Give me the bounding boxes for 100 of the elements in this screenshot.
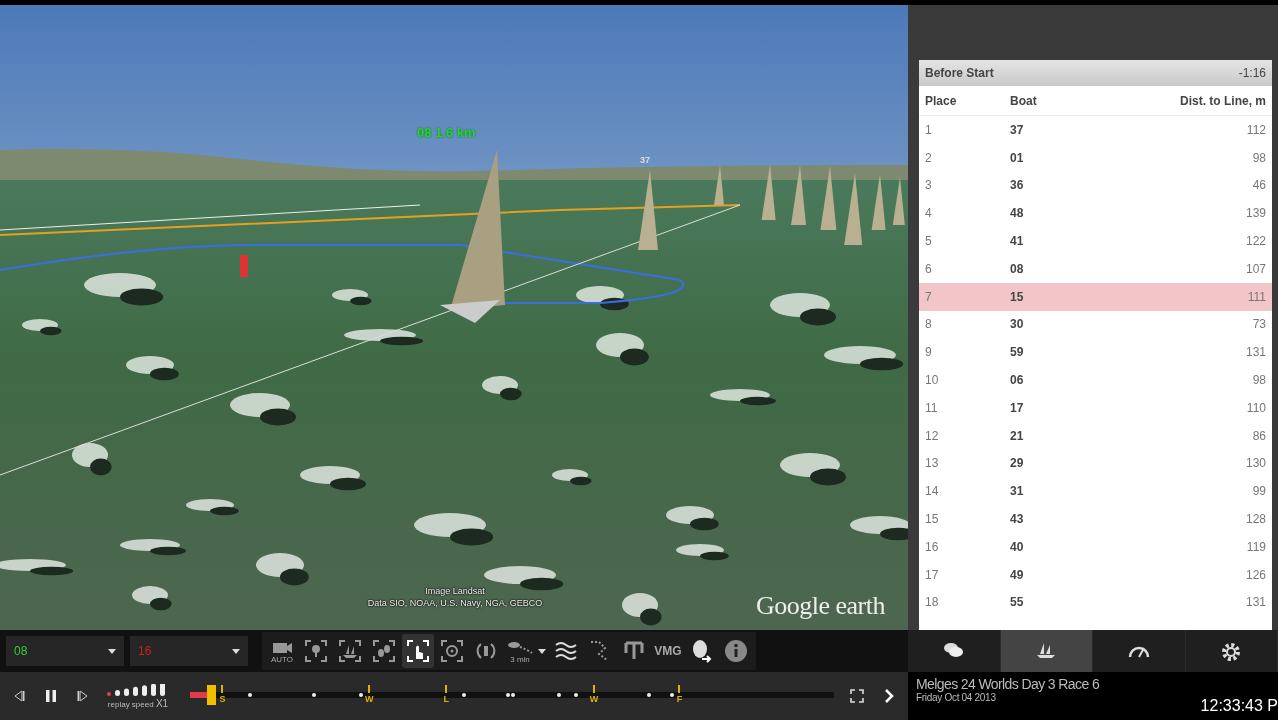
leaderboard-row[interactable]: 13 29 130 bbox=[919, 449, 1272, 478]
distance-cell-text: 110 bbox=[1245, 400, 1266, 415]
boat-dropdown[interactable]: 08 bbox=[6, 636, 124, 666]
place-cell-text: 9 bbox=[925, 345, 933, 360]
event-date: Friday Oct 04 2013 bbox=[916, 692, 997, 703]
place-cell-text: 17 bbox=[925, 567, 940, 582]
place-cell-text: 6 bbox=[925, 261, 933, 276]
leaderboard-row[interactable]: 15 43 128 bbox=[919, 505, 1272, 533]
boat-cell-text: 37 bbox=[1010, 122, 1025, 137]
leaderboard-row[interactable]: 4 48 139 bbox=[919, 199, 1272, 228]
distance-cell-text: 131 bbox=[1244, 595, 1266, 610]
distance-cell-text: 139 bbox=[1244, 206, 1266, 221]
leaderboard-row[interactable]: 12 21 86 bbox=[919, 421, 1272, 450]
leaderboard-row[interactable]: 7 15 111 bbox=[919, 282, 1272, 311]
boat-cell-text: 41 bbox=[1010, 234, 1025, 249]
boat-distance-label: 08 1.6 km bbox=[417, 125, 476, 140]
column-header: Place bbox=[925, 93, 958, 108]
place-cell-text: 1 bbox=[925, 122, 933, 137]
place-cell-text: 2 bbox=[925, 150, 933, 165]
place-cell-text: 15 bbox=[925, 512, 940, 527]
distance-cell-text: 111 bbox=[1246, 289, 1266, 304]
leaderboard-row[interactable]: 1 37 112 bbox=[919, 116, 1272, 144]
attribution-text: Image Landsat bbox=[424, 585, 486, 597]
place-cell-text: 4 bbox=[925, 206, 933, 221]
place-cell-text: 10 bbox=[925, 373, 940, 388]
leaderboard-row[interactable]: 9 59 131 bbox=[919, 338, 1272, 367]
course-mark-label: F bbox=[676, 695, 683, 704]
distance-cell-text: 128 bbox=[1244, 512, 1266, 527]
attribution-text: Data SIO, NOAA, U.S. Navy, NGA, GEBCO bbox=[366, 597, 544, 609]
camera-mode-text: AUTO bbox=[270, 654, 294, 664]
boat-cell-text: 36 bbox=[1010, 178, 1025, 193]
leaderboard-row[interactable]: 17 49 126 bbox=[919, 560, 1272, 589]
boat-cell-text: 06 bbox=[1010, 373, 1025, 388]
place-cell-text: 5 bbox=[925, 234, 933, 249]
course-mark-label: W bbox=[365, 695, 374, 704]
distance-cell-text: 86 bbox=[1251, 428, 1266, 443]
leaderboard-row[interactable]: 14 31 99 bbox=[919, 477, 1272, 506]
timeline-track[interactable]: S W L W F bbox=[190, 685, 834, 707]
place-cell-text: 16 bbox=[925, 539, 940, 554]
boat-cell-text: 17 bbox=[1010, 400, 1025, 415]
distance-cell-text: 73 bbox=[1251, 317, 1266, 332]
distance-cell-text: 112 bbox=[1245, 122, 1266, 137]
distance-cell-text: 131 bbox=[1244, 345, 1266, 360]
place-cell-text: 3 bbox=[925, 178, 933, 193]
toolbar-button[interactable]: 3 min bbox=[504, 634, 548, 668]
boat-cell-text: 48 bbox=[1010, 206, 1025, 221]
leaderboard-row[interactable]: 16 40 119 bbox=[919, 532, 1272, 561]
leaderboard-row[interactable]: 10 06 98 bbox=[919, 366, 1272, 394]
leaderboard-row[interactable]: 18 55 131 bbox=[919, 588, 1272, 617]
boat-cell-text: 55 bbox=[1010, 595, 1025, 610]
countdown-text: -1:16 bbox=[1238, 66, 1266, 80]
distance-cell-text: 46 bbox=[1251, 178, 1266, 193]
leaderboard-row[interactable]: 3 36 46 bbox=[919, 171, 1272, 200]
boat-cell-text: 15 bbox=[1010, 289, 1025, 304]
distance-cell-text: 107 bbox=[1244, 261, 1266, 276]
distance-cell-text: 98 bbox=[1251, 150, 1266, 165]
leaderboard-row[interactable]: 6 08 107 bbox=[919, 255, 1272, 283]
event-title: Melges 24 Worlds Day 3 Race 6 bbox=[916, 676, 1100, 692]
leaderboard-row[interactable]: 5 41 122 bbox=[919, 227, 1272, 255]
leaderboard-row[interactable]: 8 30 73 bbox=[919, 310, 1272, 339]
distance-cell-text: 126 bbox=[1244, 567, 1266, 582]
boat-cell-text: 29 bbox=[1010, 456, 1025, 471]
distance-cell-text: 122 bbox=[1244, 234, 1266, 249]
trail-duration-text: 3 min bbox=[510, 654, 530, 664]
place-cell-text: 13 bbox=[925, 456, 940, 471]
speed-value: X1 bbox=[155, 697, 169, 709]
leaderboard-row[interactable]: 2 01 98 bbox=[919, 143, 1272, 172]
boat-cell-text: 30 bbox=[1010, 317, 1025, 332]
map-logo: Google earth bbox=[756, 591, 885, 621]
leaderboard-row[interactable]: 11 17 110 bbox=[919, 393, 1272, 422]
vmg-button[interactable]: VMG bbox=[652, 634, 684, 668]
column-header: Dist. to Line, m bbox=[1179, 93, 1266, 108]
place-cell-text: 12 bbox=[925, 428, 940, 443]
boat-cell-text: 43 bbox=[1010, 512, 1025, 527]
place-cell-text: 7 bbox=[925, 289, 933, 304]
replay-speed-control[interactable]: replay speed X1 bbox=[106, 683, 170, 709]
boat-cell-text: 49 bbox=[1010, 567, 1025, 582]
toolbar-button[interactable]: AUTO bbox=[266, 634, 298, 668]
boat-cell-text: 21 bbox=[1010, 428, 1025, 443]
course-mark-label: L bbox=[443, 695, 450, 704]
leaderboard-title: Before Start bbox=[925, 66, 994, 80]
place-cell-text: 14 bbox=[925, 484, 940, 499]
distance-cell-text: 119 bbox=[1245, 539, 1266, 554]
column-header: Boat bbox=[1010, 93, 1038, 108]
place-cell-text: 11 bbox=[925, 400, 939, 415]
distance-cell-text: 99 bbox=[1251, 484, 1266, 499]
boat-cell-text: 31 bbox=[1010, 484, 1025, 499]
place-cell-text: 8 bbox=[925, 317, 933, 332]
distance-cell-text: 98 bbox=[1251, 373, 1266, 388]
boat-cell-text: 59 bbox=[1010, 345, 1025, 360]
boat-cell-text: 08 bbox=[1010, 261, 1025, 276]
distance-cell-text: 130 bbox=[1244, 456, 1266, 471]
boat-number-label: 37 bbox=[640, 155, 650, 165]
speed-label: replay speed bbox=[107, 699, 155, 709]
course-mark-label: S bbox=[219, 695, 226, 704]
boat-cell-text: 40 bbox=[1010, 539, 1025, 554]
boat-cell-text: 01 bbox=[1010, 150, 1025, 165]
place-cell-text: 18 bbox=[925, 595, 940, 610]
clock-text: 12:33:43 P bbox=[1200, 697, 1278, 715]
course-mark-label: W bbox=[589, 695, 599, 704]
